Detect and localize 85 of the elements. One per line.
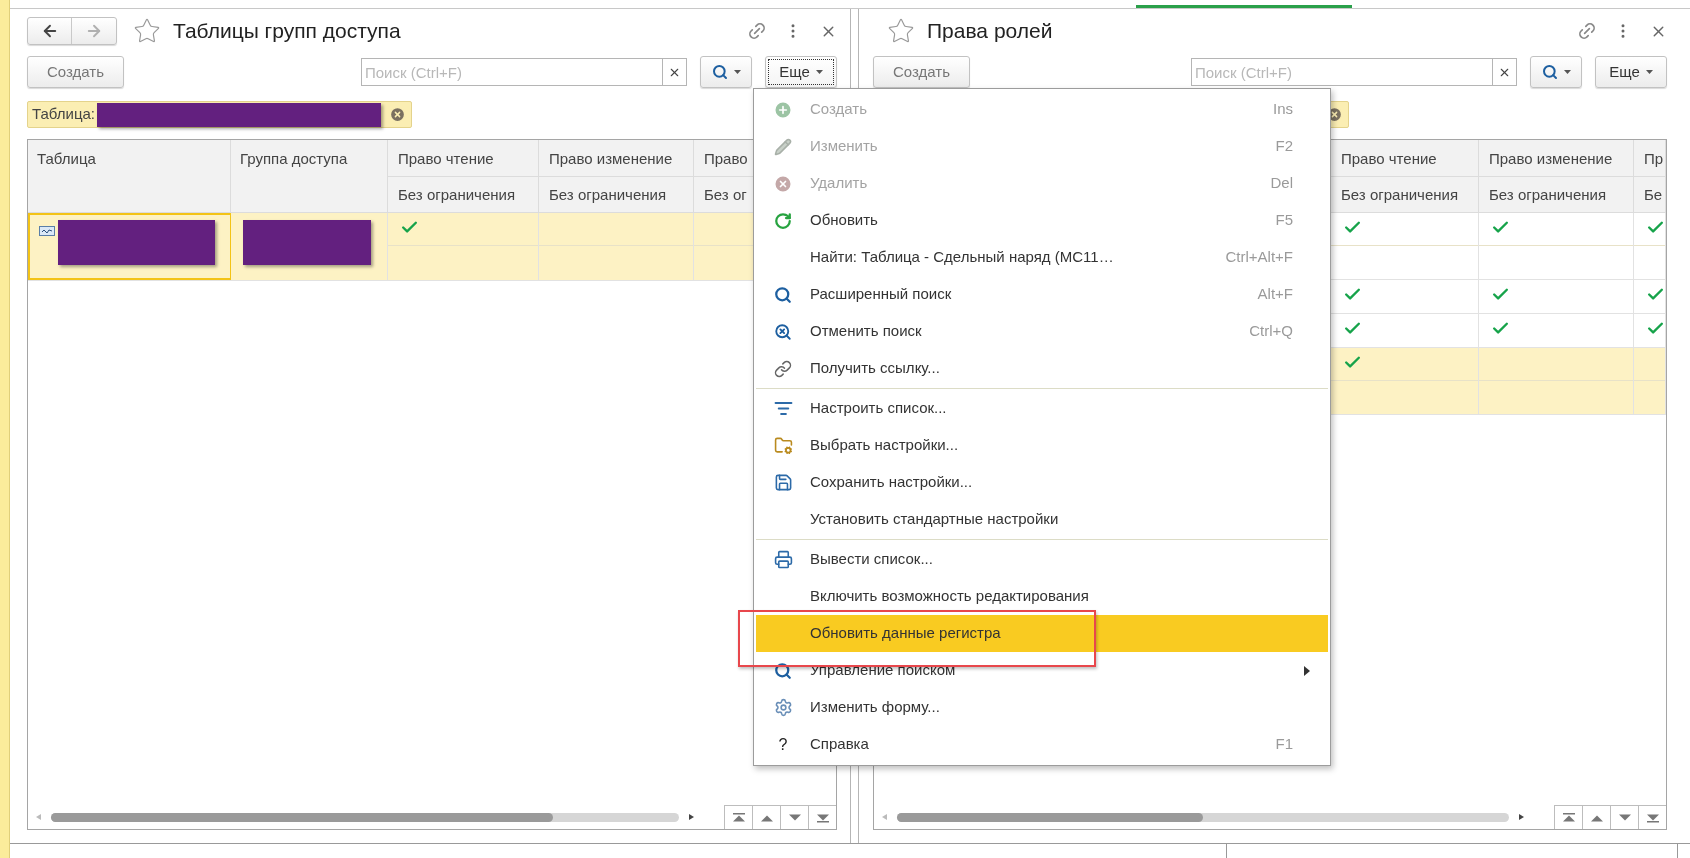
- more-button[interactable]: Еще: [1595, 56, 1667, 88]
- menu-item[interactable]: Обновить данные регистра: [756, 615, 1328, 652]
- window-title: Таблицы групп доступа: [173, 18, 401, 45]
- shortcut-label: Alt+F: [1257, 284, 1293, 305]
- column-subheader[interactable]: Без ограничения: [1331, 176, 1478, 212]
- folder-gear-icon: [773, 436, 793, 455]
- column-header[interactable]: Право чтение: [388, 140, 538, 177]
- clear-search-button[interactable]: [663, 58, 687, 86]
- menu-item[interactable]: Выбрать настройки...: [756, 427, 1328, 464]
- record-icon: [39, 226, 55, 236]
- favorite-star-icon[interactable]: [887, 17, 915, 45]
- column-subheader[interactable]: Без ограничения: [388, 176, 538, 212]
- down-icon[interactable]: [1610, 805, 1638, 829]
- delete-icon: [773, 173, 793, 194]
- up-icon[interactable]: [752, 805, 780, 829]
- up-icon[interactable]: [1582, 805, 1610, 829]
- first-page-icon[interactable]: [724, 805, 752, 829]
- last-page-icon[interactable]: [808, 805, 836, 829]
- caret-icon: [733, 70, 741, 74]
- plus-icon: [773, 99, 793, 120]
- search-field[interactable]: Поиск (Ctrl+F): [361, 58, 663, 86]
- menu-item[interactable]: Найти: Таблица - Сдельный наряд (МС11… Ctrl+Alt+F: [756, 239, 1328, 276]
- scrollbar-track[interactable]: [897, 812, 1509, 822]
- last-page-icon[interactable]: [1638, 805, 1666, 829]
- column-header[interactable]: Пр: [1634, 140, 1665, 177]
- create-button[interactable]: Создать: [873, 56, 970, 88]
- menu-item[interactable]: Вывести список...: [756, 541, 1328, 578]
- scroll-right-icon[interactable]: [1519, 814, 1524, 820]
- search-button[interactable]: [700, 56, 752, 88]
- shortcut-label: F5: [1275, 210, 1293, 231]
- search-icon: [1541, 64, 1558, 80]
- column-subheader[interactable]: Бе: [1634, 176, 1665, 212]
- filter-label: Таблица:: [32, 104, 95, 125]
- menu-item[interactable]: Настроить список...: [756, 390, 1328, 427]
- pencil-icon: [774, 137, 792, 156]
- link-icon: [774, 359, 792, 378]
- down-icon[interactable]: [780, 805, 808, 829]
- shortcut-label: Ctrl+Alt+F: [1225, 247, 1293, 268]
- menu-item[interactable]: Расширенный поиск Alt+F: [756, 276, 1328, 313]
- form-settings-icon: [773, 698, 793, 717]
- column-header[interactable]: Право изменение: [1479, 140, 1633, 177]
- scrollbar-thumb[interactable]: [51, 812, 554, 822]
- scrollbar-track[interactable]: [51, 812, 679, 822]
- cancel-search-icon: [774, 322, 792, 341]
- create-button[interactable]: Создать: [27, 56, 124, 88]
- column-header[interactable]: Таблица: [28, 140, 231, 212]
- shortcut-label: Ins: [1273, 99, 1293, 120]
- menu-item[interactable]: Получить ссылку...: [756, 350, 1328, 387]
- scroll-right-icon[interactable]: [689, 814, 694, 820]
- menu-item[interactable]: ? Справка F1: [756, 726, 1328, 763]
- menu-item[interactable]: Установить стандартные настройки: [756, 501, 1328, 538]
- menu-item[interactable]: Отменить поиск Ctrl+Q: [756, 313, 1328, 350]
- column-header[interactable]: Право изменение: [539, 140, 693, 177]
- search-icon: [774, 285, 792, 304]
- shortcut-label: Ctrl+Q: [1249, 321, 1293, 342]
- filter-chip[interactable]: Таблица:: [27, 101, 412, 128]
- caret-icon: [815, 70, 823, 74]
- shortcut-label: F2: [1275, 136, 1293, 157]
- search-icon: [711, 64, 728, 80]
- help-glyph: ?: [778, 734, 788, 755]
- shortcut-label: F1: [1275, 734, 1293, 755]
- clear-search-button[interactable]: [1493, 58, 1517, 86]
- clear-filter-icon[interactable]: [389, 106, 406, 123]
- menu-item[interactable]: Сохранить настройки...: [756, 464, 1328, 501]
- menu-item[interactable]: Обновить F5: [756, 202, 1328, 239]
- favorite-star-icon[interactable]: [133, 17, 161, 45]
- refresh-icon: [774, 211, 792, 230]
- more-button[interactable]: Еще: [765, 56, 837, 88]
- column-subheader[interactable]: Без ограничения: [539, 176, 693, 212]
- column-subheader[interactable]: Без ограничения: [1479, 176, 1633, 212]
- search-field[interactable]: Поиск (Ctrl+F): [1191, 58, 1493, 86]
- caret-icon: [1645, 70, 1653, 74]
- printer-icon: [773, 550, 793, 569]
- search-icon: [774, 661, 792, 680]
- window-title: Права ролей: [927, 18, 1053, 45]
- first-page-icon[interactable]: [1554, 805, 1582, 829]
- menu-item[interactable]: Изменить форму...: [756, 689, 1328, 726]
- forward-arrow-icon: [85, 22, 103, 40]
- caret-icon: [1563, 70, 1571, 74]
- list-filter-icon: [773, 399, 793, 418]
- menu-item[interactable]: Управление поиском: [756, 652, 1328, 689]
- search-button[interactable]: [1530, 56, 1582, 88]
- scrollbar-thumb[interactable]: [897, 812, 1203, 822]
- column-header[interactable]: Группа доступа: [231, 140, 388, 212]
- shortcut-label: Del: [1270, 173, 1293, 194]
